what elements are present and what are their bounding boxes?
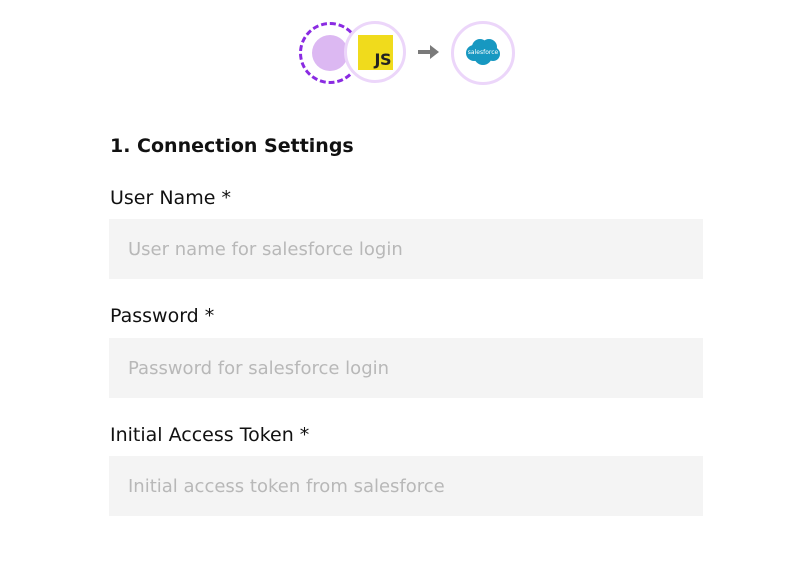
connection-settings-page: JS salesforce 1. Connection Settings Use…: [0, 0, 804, 573]
password-label: Password *: [110, 305, 215, 327]
access-token-input[interactable]: [109, 456, 703, 516]
password-input[interactable]: [109, 338, 703, 398]
javascript-node[interactable]: JS: [344, 21, 406, 83]
salesforce-cloud-icon: salesforce: [466, 39, 500, 65]
user-name-label: User Name *: [110, 187, 231, 209]
section-title: 1. Connection Settings: [110, 135, 354, 157]
salesforce-logo-text: salesforce: [468, 49, 499, 56]
arrow-right-icon: [418, 45, 439, 59]
access-token-label: Initial Access Token *: [110, 424, 310, 446]
user-name-input[interactable]: [109, 219, 703, 279]
integration-flow-header: JS salesforce: [0, 0, 804, 110]
js-badge-text: JS: [374, 50, 392, 69]
salesforce-node[interactable]: salesforce: [451, 21, 515, 85]
js-icon: JS: [358, 35, 393, 70]
dashed-circle-icon: [312, 35, 348, 71]
